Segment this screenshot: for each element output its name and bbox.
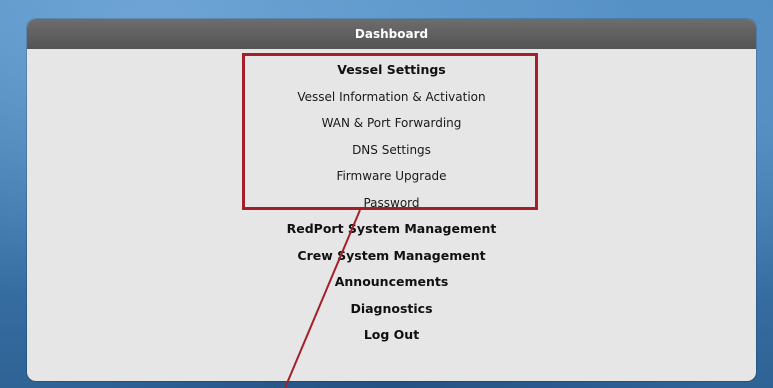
menu-item-diagnostics[interactable]: Diagnostics — [27, 296, 756, 323]
menu-item-vessel-settings[interactable]: Vessel Settings — [27, 57, 756, 84]
menu-item-vessel-information-activation[interactable]: Vessel Information & Activation — [27, 84, 756, 111]
menu-item-dns-settings[interactable]: DNS Settings — [27, 137, 756, 164]
dashboard-panel: Dashboard Vessel Settings Vessel Informa… — [27, 19, 756, 381]
menu-item-crew-system-management[interactable]: Crew System Management — [27, 243, 756, 270]
panel-header-title: Dashboard — [27, 19, 756, 49]
menu-item-firmware-upgrade[interactable]: Firmware Upgrade — [27, 163, 756, 190]
menu-item-password[interactable]: Password — [27, 190, 756, 217]
menu-item-log-out[interactable]: Log Out — [27, 322, 756, 349]
dashboard-menu: Vessel Settings Vessel Information & Act… — [27, 57, 756, 349]
menu-item-redport-system-management[interactable]: RedPort System Management — [27, 216, 756, 243]
menu-item-announcements[interactable]: Announcements — [27, 269, 756, 296]
menu-item-wan-port-forwarding[interactable]: WAN & Port Forwarding — [27, 110, 756, 137]
